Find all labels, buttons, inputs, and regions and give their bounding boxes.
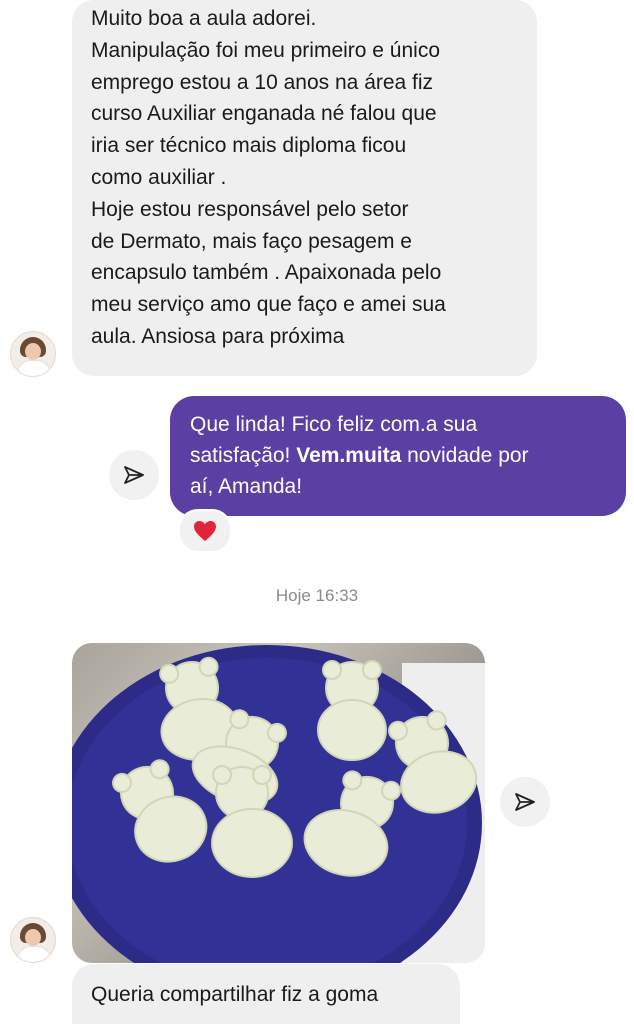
message-bold-fragment: Vem.muita bbox=[296, 444, 402, 467]
message-line: Hoje estou responsável pelo setor bbox=[91, 197, 409, 221]
timestamp: Hoje 16:33 bbox=[275, 586, 359, 605]
message-line: emprego estou a 10 anos na área fiz bbox=[91, 70, 434, 94]
sent-message-bubble[interactable]: Que linda! Fico feliz com.a sua satisfaç… bbox=[170, 396, 626, 516]
message-line: de Dermato, mais faço pesagem e bbox=[91, 229, 412, 253]
avatar-face bbox=[25, 929, 41, 946]
heart-icon bbox=[194, 521, 216, 541]
share-button[interactable] bbox=[109, 450, 159, 500]
message-line: meu serviço amo que faço e amei sua bbox=[91, 293, 446, 317]
avatar-body bbox=[17, 360, 51, 376]
shared-photo[interactable] bbox=[72, 643, 485, 963]
message-line: Que linda! Fico feliz com.a sua bbox=[190, 413, 478, 436]
send-icon bbox=[124, 466, 144, 484]
message-line: aula. Ansiosa para próxima bbox=[91, 324, 345, 348]
message-line: encapsulo também . Apaixonada pelo bbox=[91, 261, 442, 285]
send-icon bbox=[515, 793, 535, 811]
received-message-bubble[interactable]: Muito boa a aula adorei. Manipulação foi… bbox=[72, 0, 537, 376]
avatar-body bbox=[17, 946, 51, 962]
message-line: Manipulação foi meu primeiro e único bbox=[91, 38, 441, 62]
sender-avatar[interactable] bbox=[10, 917, 56, 963]
message-fragment: novidade por bbox=[401, 444, 529, 467]
received-message-bubble[interactable]: Queria compartilhar fiz a goma bbox=[72, 964, 460, 1024]
message-line: aí, Amanda! bbox=[190, 475, 303, 498]
message-line: iria ser técnico mais diploma ficou bbox=[91, 134, 407, 158]
sent-message-text: Que linda! Fico feliz com.a sua satisfaç… bbox=[190, 409, 529, 502]
share-button[interactable] bbox=[500, 777, 550, 827]
received-message-text: Muito boa a aula adorei. Manipulação foi… bbox=[91, 3, 446, 353]
message-line: curso Auxiliar enganada né falou que bbox=[91, 102, 437, 126]
message-fragment: satisfação! bbox=[190, 444, 297, 467]
received-message-text: Queria compartilhar fiz a goma bbox=[91, 983, 379, 1006]
message-line: como auxiliar . bbox=[91, 165, 227, 189]
avatar-face bbox=[25, 343, 41, 360]
message-line: Muito boa a aula adorei. bbox=[91, 7, 317, 30]
heart-reaction[interactable] bbox=[178, 509, 232, 553]
message-line: satisfação! Vem.muita novidade por bbox=[190, 440, 529, 471]
gummy-bears-photo bbox=[72, 645, 485, 963]
sender-avatar[interactable] bbox=[10, 331, 56, 377]
